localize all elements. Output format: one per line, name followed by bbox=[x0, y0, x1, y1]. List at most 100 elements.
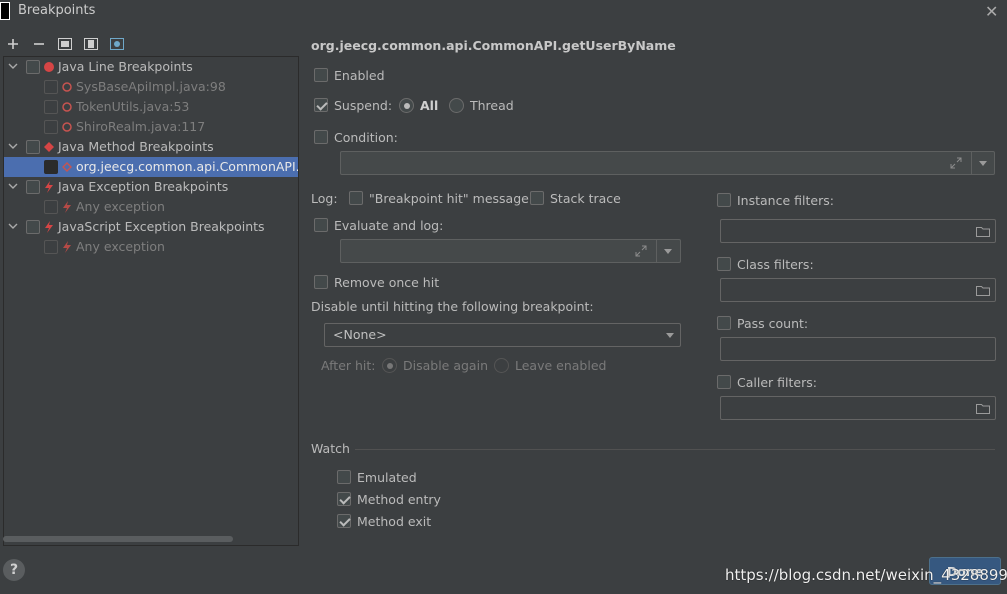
class-filters-input[interactable] bbox=[720, 278, 996, 302]
disable-until-label: Disable until hitting the following brea… bbox=[311, 299, 594, 314]
watch-divider bbox=[355, 449, 995, 450]
group-checkbox[interactable] bbox=[26, 140, 40, 154]
evaluate-log-checkbox[interactable] bbox=[314, 218, 328, 232]
expand-icon[interactable] bbox=[950, 157, 962, 169]
evaluate-log-label: Evaluate and log: bbox=[334, 218, 444, 233]
item-checkbox[interactable] bbox=[44, 240, 58, 254]
folder-icon[interactable] bbox=[976, 285, 990, 296]
lightning-icon bbox=[45, 181, 53, 193]
tree-group-java-exception[interactable]: Java Exception Breakpoints bbox=[4, 177, 298, 197]
group-by-file-icon[interactable] bbox=[109, 36, 125, 52]
red-diamond-outline-icon bbox=[62, 162, 72, 172]
title-bar: Breakpoints ✕ bbox=[0, 0, 1007, 24]
red-circle-outline-icon bbox=[62, 82, 72, 92]
group-by-class-icon[interactable] bbox=[83, 36, 99, 52]
log-message-label: "Breakpoint hit" message bbox=[369, 191, 529, 206]
watermark-text: https://blog.csdn.net/weixin_43288999 bbox=[725, 566, 1007, 584]
disable-until-select[interactable]: <None> bbox=[324, 323, 681, 347]
horizontal-scrollbar[interactable] bbox=[3, 536, 233, 542]
chevron-down-icon[interactable] bbox=[666, 333, 674, 338]
plus-icon[interactable] bbox=[5, 36, 21, 52]
lightning-icon bbox=[63, 241, 71, 253]
evaluate-input[interactable] bbox=[340, 239, 681, 263]
tree-item[interactable]: ShiroRealm.java:117 bbox=[4, 117, 298, 137]
breakpoint-tree[interactable]: Java Line Breakpoints SysBaseApiImpl.jav… bbox=[3, 56, 299, 546]
red-diamond-icon bbox=[44, 142, 54, 152]
after-hit-label: After hit: bbox=[321, 358, 376, 373]
caller-filters-checkbox[interactable] bbox=[717, 375, 731, 389]
method-entry-label: Method entry bbox=[357, 492, 441, 507]
class-filters-checkbox[interactable] bbox=[717, 257, 731, 271]
lightning-icon bbox=[45, 221, 53, 233]
tree-item-label: org.jeecg.common.api.CommonAPI.ge bbox=[76, 159, 299, 174]
minus-icon[interactable] bbox=[31, 36, 47, 52]
item-checkbox[interactable] bbox=[44, 120, 58, 134]
disable-again-radio[interactable] bbox=[382, 358, 397, 373]
chevron-down-icon[interactable] bbox=[8, 61, 18, 71]
enabled-label: Enabled bbox=[334, 68, 385, 83]
tree-group-label: JavaScript Exception Breakpoints bbox=[58, 219, 265, 234]
tree-item-label: SysBaseApiImpl.java:98 bbox=[76, 79, 226, 94]
caller-filters-input[interactable] bbox=[720, 396, 996, 420]
tree-group-java-line[interactable]: Java Line Breakpoints bbox=[4, 57, 298, 77]
instance-filters-input[interactable] bbox=[720, 219, 996, 243]
remove-once-checkbox[interactable] bbox=[314, 275, 328, 289]
disable-again-label: Disable again bbox=[403, 358, 488, 373]
stack-trace-checkbox[interactable] bbox=[530, 191, 544, 205]
group-checkbox[interactable] bbox=[26, 60, 40, 74]
tree-group-java-method[interactable]: Java Method Breakpoints bbox=[4, 137, 298, 157]
item-checkbox[interactable] bbox=[44, 100, 58, 114]
red-circle-icon bbox=[44, 62, 54, 72]
stack-trace-label: Stack trace bbox=[550, 191, 621, 206]
method-exit-checkbox[interactable] bbox=[337, 514, 351, 528]
tree-group-label: Java Exception Breakpoints bbox=[58, 179, 229, 194]
tree-item[interactable]: Any exception bbox=[4, 197, 298, 217]
tree-item-label: Any exception bbox=[76, 199, 165, 214]
close-icon[interactable]: ✕ bbox=[985, 2, 998, 21]
item-checkbox[interactable] bbox=[44, 200, 58, 214]
group-checkbox[interactable] bbox=[26, 180, 40, 194]
emulated-checkbox[interactable] bbox=[337, 470, 351, 484]
chevron-down-icon[interactable] bbox=[8, 181, 18, 191]
leave-enabled-label: Leave enabled bbox=[515, 358, 607, 373]
pass-count-checkbox[interactable] bbox=[717, 316, 731, 330]
watch-label: Watch bbox=[311, 441, 350, 456]
disable-until-value: <None> bbox=[333, 327, 387, 342]
group-checkbox[interactable] bbox=[26, 220, 40, 234]
folder-icon[interactable] bbox=[976, 403, 990, 414]
tree-item[interactable]: Any exception bbox=[4, 237, 298, 257]
instance-filters-checkbox[interactable] bbox=[717, 193, 731, 207]
chevron-down-icon[interactable] bbox=[8, 141, 18, 151]
item-checkbox[interactable] bbox=[44, 80, 58, 94]
lightning-icon bbox=[63, 201, 71, 213]
tree-group-javascript-exception[interactable]: JavaScript Exception Breakpoints bbox=[4, 217, 298, 237]
tree-item-label: ShiroRealm.java:117 bbox=[76, 119, 206, 134]
suspend-checkbox[interactable] bbox=[314, 98, 328, 112]
tree-item-label: Any exception bbox=[76, 239, 165, 254]
log-message-checkbox[interactable] bbox=[349, 191, 363, 205]
group-by-package-icon[interactable] bbox=[57, 36, 73, 52]
suspend-thread-radio[interactable] bbox=[449, 98, 464, 113]
folder-icon[interactable] bbox=[976, 226, 990, 237]
chevron-down-icon[interactable] bbox=[979, 161, 987, 166]
tree-item-selected[interactable]: org.jeecg.common.api.CommonAPI.ge bbox=[4, 157, 299, 177]
item-checkbox[interactable] bbox=[44, 160, 58, 174]
pass-count-input[interactable] bbox=[720, 337, 996, 361]
condition-input[interactable] bbox=[340, 151, 995, 175]
emulated-label: Emulated bbox=[357, 470, 417, 485]
chevron-down-icon[interactable] bbox=[8, 221, 18, 231]
instance-filters-label: Instance filters: bbox=[737, 193, 834, 208]
help-button[interactable]: ? bbox=[3, 559, 25, 581]
chevron-down-icon[interactable] bbox=[664, 249, 672, 254]
expand-icon[interactable] bbox=[635, 245, 647, 257]
tree-item[interactable]: SysBaseApiImpl.java:98 bbox=[4, 77, 298, 97]
enabled-checkbox[interactable] bbox=[314, 68, 328, 82]
tree-group-label: Java Method Breakpoints bbox=[58, 139, 214, 154]
tree-group-label: Java Line Breakpoints bbox=[58, 59, 193, 74]
condition-checkbox[interactable] bbox=[314, 130, 328, 144]
leave-enabled-radio[interactable] bbox=[494, 358, 509, 373]
suspend-all-radio[interactable] bbox=[399, 98, 414, 113]
tree-item[interactable]: TokenUtils.java:53 bbox=[4, 97, 298, 117]
method-entry-checkbox[interactable] bbox=[337, 492, 351, 506]
method-exit-label: Method exit bbox=[357, 514, 432, 529]
